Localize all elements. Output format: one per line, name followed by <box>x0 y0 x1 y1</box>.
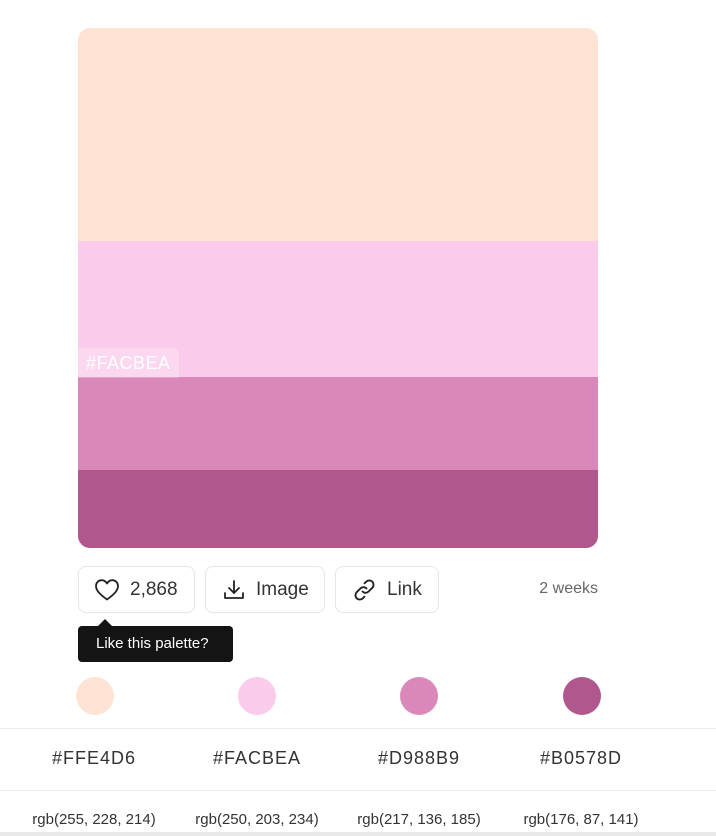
hex-value-1[interactable]: #FFE4D6 <box>14 748 174 769</box>
color-dot-3[interactable] <box>400 677 438 715</box>
hex-value-4[interactable]: #B0578D <box>501 748 661 769</box>
like-tooltip: Like this palette? <box>78 619 233 662</box>
link-icon <box>352 578 377 602</box>
link-label: Link <box>387 578 422 600</box>
like-button[interactable]: 2,868 <box>78 566 195 613</box>
divider <box>0 790 716 791</box>
scroll-edge <box>0 832 716 836</box>
color-dot-1[interactable] <box>76 677 114 715</box>
color-dot-2[interactable] <box>238 677 276 715</box>
download-image-button[interactable]: Image <box>205 566 325 613</box>
like-count: 2,868 <box>130 578 178 600</box>
color-dot-4[interactable] <box>563 677 601 715</box>
rgb-value-3[interactable]: rgb(217, 136, 185) <box>339 811 499 828</box>
swatch-4[interactable] <box>78 470 598 548</box>
rgb-value-4[interactable]: rgb(176, 87, 141) <box>501 811 661 828</box>
posted-time: 2 weeks <box>539 580 598 597</box>
swatch-1[interactable] <box>78 28 598 241</box>
heart-icon <box>94 578 120 602</box>
hex-value-2[interactable]: #FACBEA <box>177 748 337 769</box>
download-icon <box>222 578 246 602</box>
divider <box>0 728 716 729</box>
hex-value-3[interactable]: #D988B9 <box>339 748 499 769</box>
swatch-3[interactable] <box>78 377 598 470</box>
rgb-value-1[interactable]: rgb(255, 228, 214) <box>14 811 174 828</box>
rgb-value-2[interactable]: rgb(250, 203, 234) <box>177 811 337 828</box>
palette-preview[interactable]: #FACBEA <box>78 28 598 548</box>
copy-link-button[interactable]: Link <box>335 566 439 613</box>
swatch-hex-label[interactable]: #FACBEA <box>78 348 179 378</box>
image-label: Image <box>256 578 309 600</box>
